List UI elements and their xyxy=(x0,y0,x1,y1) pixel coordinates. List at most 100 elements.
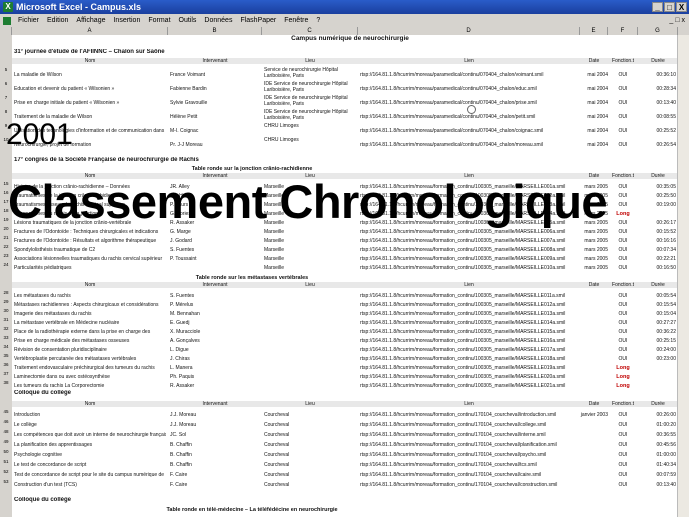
menu-affichage[interactable]: Affichage xyxy=(72,17,109,24)
cell-f[interactable]: OUI xyxy=(608,86,638,92)
cell-lien[interactable]: rtsp://164.81.1.8/hcurrim/moreau/paramed… xyxy=(360,114,578,120)
row-number[interactable]: 53 xyxy=(0,479,12,484)
spreadsheet[interactable]: Campus numérique de neurochirurgie 31° j… xyxy=(0,35,689,517)
minimize-button[interactable]: _ xyxy=(652,2,663,12)
row-number[interactable]: 48 xyxy=(0,429,12,434)
cell-int[interactable]: M-I. Coignac xyxy=(170,128,260,134)
cell-f[interactable]: OUI xyxy=(608,100,638,106)
menu-format[interactable]: Format xyxy=(144,17,174,24)
cell-nom[interactable]: Construction d'un test (TCS) xyxy=(14,482,166,488)
cell-lien[interactable]: rtsp://164.81.1.8/hcurrim/moreau/formati… xyxy=(360,462,578,468)
cell-d[interactable]: 00:26:00 xyxy=(638,412,676,418)
cell-lieu[interactable]: Courcheval xyxy=(264,432,356,438)
row-number[interactable]: 23 xyxy=(0,253,12,258)
doc-close-button[interactable]: x xyxy=(682,17,686,24)
row-number[interactable]: 50 xyxy=(0,449,12,454)
row-number[interactable]: 36 xyxy=(0,362,12,367)
cell-d[interactable]: 00:36:10 xyxy=(638,72,676,78)
row-number[interactable]: 33 xyxy=(0,335,12,340)
row-number[interactable]: 35 xyxy=(0,353,12,358)
cell-f[interactable]: OUI xyxy=(608,432,638,438)
cell-int[interactable]: F. Caire xyxy=(170,472,260,478)
column-header-f[interactable]: F xyxy=(608,27,638,35)
cell-lien[interactable]: rtsp://164.81.1.8/hcurrim/moreau/formati… xyxy=(360,383,578,389)
menu-fichier[interactable]: Fichier xyxy=(14,17,43,24)
cell-f[interactable]: OUI xyxy=(608,114,638,120)
cell-lieu1[interactable]: CHRU Limoges xyxy=(264,123,356,129)
cell-lieu1[interactable]: CHRU Limoges xyxy=(264,137,356,143)
cell-int[interactable]: J.J. Moreau xyxy=(170,422,260,428)
cell-lien[interactable]: rtsp://164.81.1.8/hcurrim/moreau/formati… xyxy=(360,442,578,448)
cell-date[interactable]: janvier 2003 xyxy=(580,412,608,418)
cell-lien[interactable]: rtsp://164.81.1.8/hcurrim/moreau/formati… xyxy=(360,482,578,488)
cell-int[interactable]: JC. Sol xyxy=(170,432,260,438)
cell-nom[interactable]: Particularités pédiatriques xyxy=(14,265,166,271)
cell-d[interactable]: 01:00:20 xyxy=(638,422,676,428)
cell-int[interactable]: F. Caire xyxy=(170,482,260,488)
close-button[interactable]: X xyxy=(676,2,687,12)
row-number[interactable]: 38 xyxy=(0,380,12,385)
cell-lieu[interactable]: Courcheval xyxy=(264,452,356,458)
cell-int[interactable]: France Voimant xyxy=(170,72,260,78)
row-number[interactable]: 46 xyxy=(0,419,12,424)
cell-date[interactable]: mai 2004 xyxy=(580,72,608,78)
cell-d[interactable]: 01:00:00 xyxy=(638,452,676,458)
cell-lien[interactable]: rtsp://164.81.1.8/hcurrim/moreau/formati… xyxy=(360,422,578,428)
cell-date[interactable]: mai 2004 xyxy=(580,128,608,134)
cell-date[interactable]: mai 2004 xyxy=(580,100,608,106)
cell-int[interactable]: B. Chaffin xyxy=(170,462,260,468)
row-number[interactable]: 34 xyxy=(0,344,12,349)
cell-int[interactable]: R. Assaker xyxy=(170,383,260,389)
cell-lien[interactable]: rtsp://164.81.1.8/hcurrim/moreau/formati… xyxy=(360,472,578,478)
column-header-d[interactable]: D xyxy=(358,27,580,35)
row-number[interactable]: 5 xyxy=(0,67,12,72)
cell-int[interactable]: Hélène Petit xyxy=(170,114,260,120)
cell-nom[interactable]: Le collège xyxy=(14,422,166,428)
row-number[interactable]: 22 xyxy=(0,244,12,249)
cell-f[interactable]: OUI xyxy=(608,265,638,271)
cell-f[interactable]: OUI xyxy=(608,482,638,488)
cell-f[interactable]: OUI xyxy=(608,452,638,458)
doc-restore-button[interactable]: □ xyxy=(675,17,679,24)
doc-minimize-button[interactable]: _ xyxy=(669,17,673,24)
cell-date[interactable]: mai 2004 xyxy=(580,114,608,120)
cell-lieu2[interactable]: Lariboisière, Paris xyxy=(264,87,356,93)
cell-lieu[interactable]: Marseille xyxy=(264,265,356,271)
column-header-b[interactable]: B xyxy=(168,27,262,35)
row-number[interactable]: 31 xyxy=(0,317,12,322)
cell-nom[interactable]: La maladie de Wilson xyxy=(14,72,166,78)
cell-f[interactable]: OUI xyxy=(608,442,638,448)
cell-d[interactable]: 00:25:52 xyxy=(638,128,676,134)
cell-int[interactable]: B. Chaffin xyxy=(170,442,260,448)
cell-lieu2[interactable]: Lariboisière, Paris xyxy=(264,73,356,79)
row-number[interactable]: 21 xyxy=(0,235,12,240)
cell-int[interactable]: J.J. Moreau xyxy=(170,412,260,418)
column-header-g[interactable]: G xyxy=(638,27,678,35)
row-number[interactable]: 45 xyxy=(0,409,12,414)
cell-d[interactable]: 00:36:55 xyxy=(638,432,676,438)
row-number[interactable]: 8 xyxy=(0,109,12,114)
cell-lieu[interactable]: Courcheval xyxy=(264,442,356,448)
cell-lien[interactable]: rtsp://164.81.1.8/hcurrim/moreau/paramed… xyxy=(360,142,578,148)
row-number[interactable]: 7 xyxy=(0,95,12,100)
cell-f[interactable]: Long xyxy=(608,383,638,389)
column-header-c[interactable]: C xyxy=(262,27,358,35)
row-number[interactable]: 49 xyxy=(0,439,12,444)
cell-f[interactable]: OUI xyxy=(608,472,638,478)
cell-date[interactable]: mai 2004 xyxy=(580,86,608,92)
cell-f[interactable]: OUI xyxy=(608,422,638,428)
cell-nom[interactable]: Le test de concordance de script xyxy=(14,462,166,468)
menu-fenetre[interactable]: Fenêtre xyxy=(280,17,312,24)
menu-edition[interactable]: Edition xyxy=(43,17,72,24)
cell-d[interactable]: 00:13:40 xyxy=(638,482,676,488)
row-number[interactable]: 29 xyxy=(0,299,12,304)
cell-d[interactable]: 00:28:34 xyxy=(638,86,676,92)
cell-lien[interactable]: rtsp://164.81.1.8/hcurrim/moreau/formati… xyxy=(360,265,578,271)
menu-outils[interactable]: Outils xyxy=(175,17,201,24)
cell-nom[interactable]: Education et devenir du patient « Wilson… xyxy=(14,86,166,92)
cell-int[interactable]: Pr. J-J Moreau xyxy=(170,142,260,148)
cell-nom[interactable]: Prise en charge initiale du patient « Wi… xyxy=(14,100,166,106)
cell-f[interactable]: OUI xyxy=(608,142,638,148)
cell-nom[interactable]: La planification des apprentissages xyxy=(14,442,166,448)
cell-grid[interactable]: Campus numérique de neurochirurgie 31° j… xyxy=(3,35,678,517)
